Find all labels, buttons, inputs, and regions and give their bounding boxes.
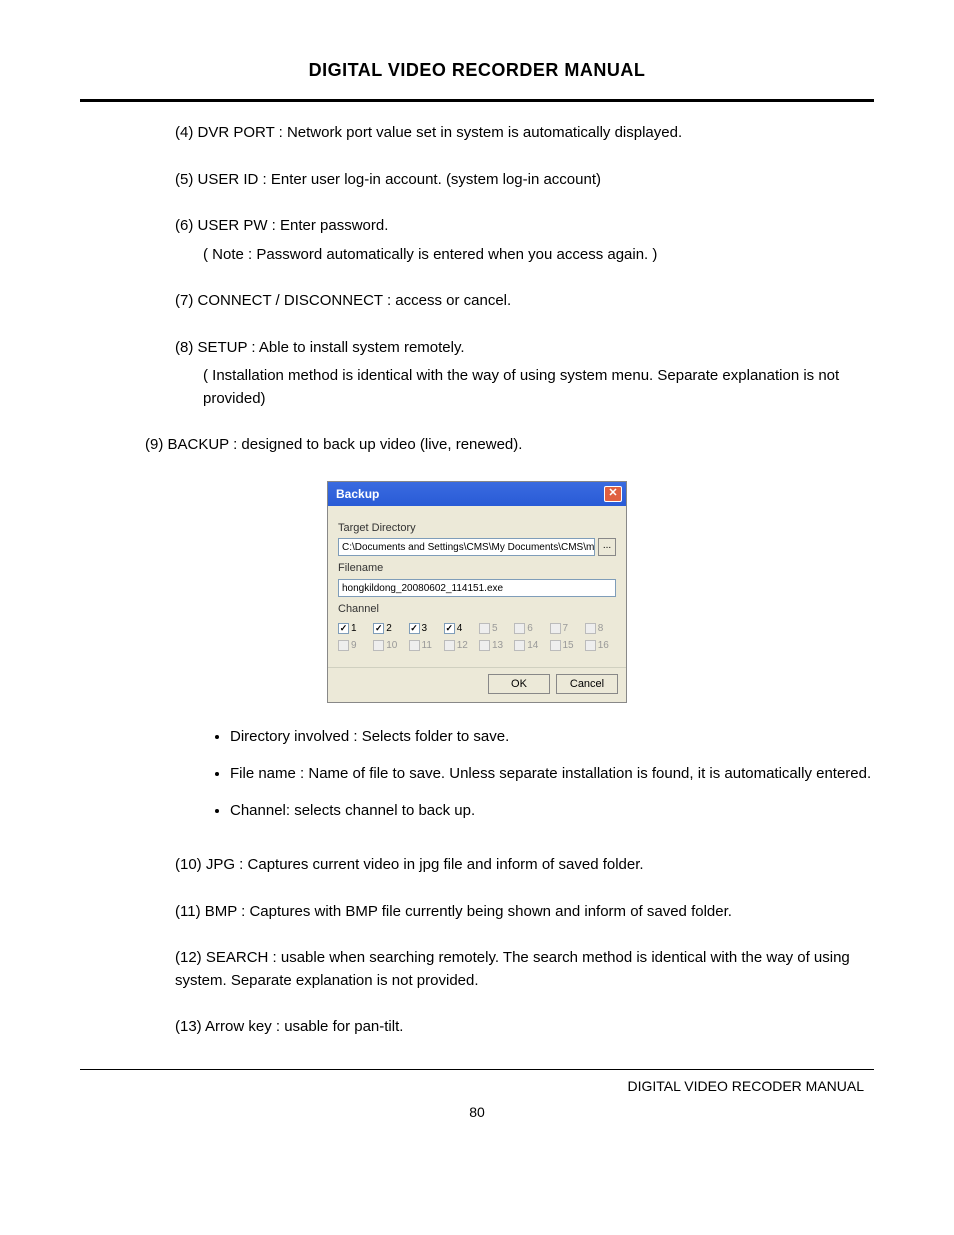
footer-label: DIGITAL VIDEO RECODER MANUAL [80, 1078, 874, 1094]
checkbox-icon [514, 640, 525, 651]
item-6-note: ( Note : Password automatically is enter… [203, 244, 874, 267]
item-11: (11) BMP : Captures with BMP file curren… [175, 901, 874, 924]
item-7: (7) CONNECT / DISCONNECT : access or can… [175, 290, 874, 313]
close-icon[interactable]: ✕ [604, 486, 622, 502]
bullet-filename: File name : Name of file to save. Unless… [230, 760, 874, 787]
dialog-titlebar: Backup ✕ [328, 482, 626, 506]
cancel-button[interactable]: Cancel [556, 674, 618, 694]
checkbox-icon [514, 623, 525, 634]
body-content: (4) DVR PORT : Network port value set in… [80, 122, 874, 1039]
checkbox-icon [338, 640, 349, 651]
item-6: (6) USER PW : Enter password. ( Note : P… [175, 215, 874, 266]
item-8-note: ( Installation method is identical with … [203, 365, 874, 410]
channel-checkbox: 8 [585, 621, 616, 636]
checkbox-icon[interactable] [373, 623, 384, 634]
channel-checkbox: 5 [479, 621, 510, 636]
checkbox-icon [585, 640, 596, 651]
rule-top [80, 99, 874, 102]
channel-checkbox[interactable]: 2 [373, 621, 404, 636]
channel-checkbox: 6 [514, 621, 545, 636]
channel-number: 2 [386, 621, 392, 636]
checkbox-icon[interactable] [338, 623, 349, 634]
channel-number: 3 [422, 621, 428, 636]
channel-number: 7 [563, 621, 569, 636]
item-10: (10) JPG : Captures current video in jpg… [175, 854, 874, 877]
bullet-channel: Channel: selects channel to back up. [230, 797, 874, 824]
checkbox-icon [479, 640, 490, 651]
channel-checkbox[interactable]: 1 [338, 621, 369, 636]
item-6-line1: (6) USER PW : Enter password. [175, 217, 388, 234]
channel-checkbox: 10 [373, 638, 404, 653]
channel-label: Channel [338, 601, 616, 618]
channel-checkbox: 7 [550, 621, 581, 636]
checkbox-icon[interactable] [409, 623, 420, 634]
channel-number: 1 [351, 621, 357, 636]
backup-bullets: Directory involved : Selects folder to s… [230, 723, 874, 824]
target-dir-label: Target Directory [338, 520, 616, 537]
checkbox-icon [373, 640, 384, 651]
channel-grid: 12345678910111213141516 [338, 621, 616, 653]
item-5: (5) USER ID : Enter user log-in account.… [175, 169, 874, 192]
page-title: DIGITAL VIDEO RECORDER MANUAL [80, 60, 874, 81]
channel-checkbox: 11 [409, 638, 440, 653]
channel-number: 6 [527, 621, 533, 636]
item-8-line1: (8) SETUP : Able to install system remot… [175, 339, 465, 356]
checkbox-icon [585, 623, 596, 634]
filename-label: Filename [338, 560, 616, 577]
item-12: (12) SEARCH : usable when searching remo… [175, 947, 874, 992]
channel-checkbox: 9 [338, 638, 369, 653]
bullet-directory: Directory involved : Selects folder to s… [230, 723, 874, 750]
checkbox-icon [444, 640, 455, 651]
backup-dialog: Backup ✕ Target Directory C:\Documents a… [327, 481, 627, 704]
filename-input[interactable]: hongkildong_20080602_114151.exe [338, 579, 616, 597]
item-8: (8) SETUP : Able to install system remot… [175, 337, 874, 411]
item-9: (9) BACKUP : designed to back up video (… [145, 434, 874, 457]
channel-checkbox[interactable]: 4 [444, 621, 475, 636]
dialog-title-text: Backup [336, 485, 379, 503]
item-4: (4) DVR PORT : Network port value set in… [175, 122, 874, 145]
checkbox-icon[interactable] [444, 623, 455, 634]
channel-number: 11 [422, 638, 432, 653]
channel-number: 14 [527, 638, 538, 653]
checkbox-icon [550, 623, 561, 634]
channel-number: 15 [563, 638, 574, 653]
checkbox-icon [479, 623, 490, 634]
channel-number: 10 [386, 638, 397, 653]
browse-button[interactable]: ... [598, 538, 616, 556]
channel-number: 4 [457, 621, 463, 636]
page-number: 80 [80, 1104, 874, 1120]
channel-checkbox: 14 [514, 638, 545, 653]
channel-checkbox: 13 [479, 638, 510, 653]
channel-number: 16 [598, 638, 609, 653]
target-dir-input[interactable]: C:\Documents and Settings\CMS\My Documen… [338, 538, 595, 556]
channel-checkbox[interactable]: 3 [409, 621, 440, 636]
channel-checkbox: 12 [444, 638, 475, 653]
channel-number: 13 [492, 638, 503, 653]
channel-number: 12 [457, 638, 468, 653]
channel-checkbox: 15 [550, 638, 581, 653]
channel-checkbox: 16 [585, 638, 616, 653]
channel-number: 9 [351, 638, 357, 653]
checkbox-icon [550, 640, 561, 651]
checkbox-icon [409, 640, 420, 651]
channel-number: 8 [598, 621, 604, 636]
ok-button[interactable]: OK [488, 674, 550, 694]
rule-bottom [80, 1069, 874, 1070]
channel-number: 5 [492, 621, 498, 636]
item-13: (13) Arrow key : usable for pan-tilt. [175, 1016, 874, 1039]
